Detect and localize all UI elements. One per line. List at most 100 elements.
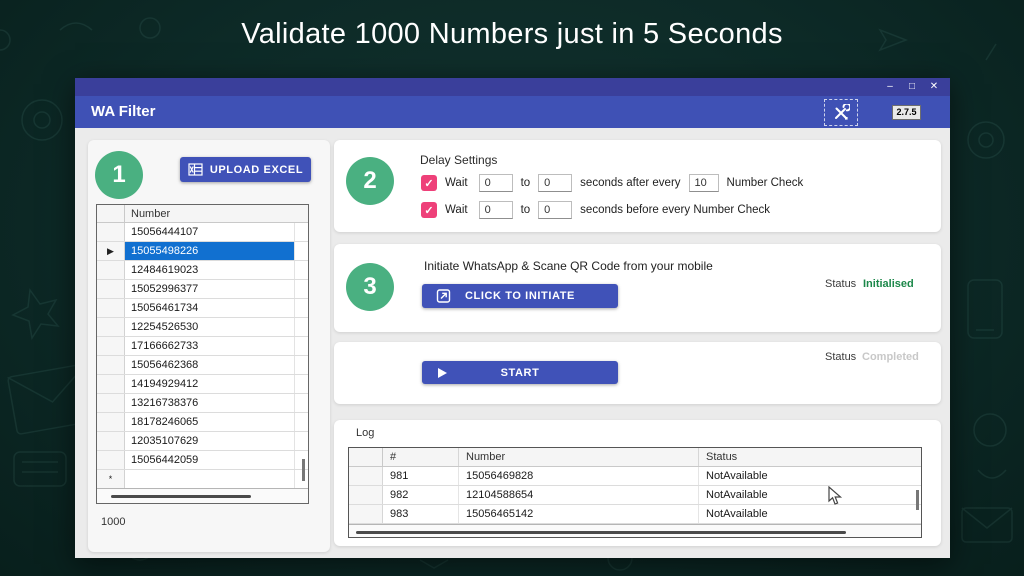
row-header-cell[interactable]	[97, 356, 125, 374]
row-header-cell[interactable]	[97, 318, 125, 336]
row-header-cell[interactable]	[97, 261, 125, 279]
delay-settings-title: Delay Settings	[420, 153, 497, 167]
numbers-panel: 1 UPLOAD EXCEL Number 15056444107▶150554…	[88, 140, 330, 552]
grid-corner-cell[interactable]	[97, 205, 125, 222]
number-row[interactable]: 12484619023	[97, 261, 308, 280]
log-corner-cell	[349, 448, 383, 466]
row-header-cell[interactable]	[97, 413, 125, 431]
number-row[interactable]: 15056461734	[97, 299, 308, 318]
row-header-cell[interactable]	[97, 280, 125, 298]
number-row[interactable]: 14194929412	[97, 375, 308, 394]
click-to-initiate-label: CLICK TO INITIATE	[465, 290, 575, 302]
version-badge: 2.7.5	[892, 105, 921, 120]
wait-label: Wait	[445, 204, 468, 216]
number-cell[interactable]: 15056462368	[125, 356, 295, 374]
number-cell[interactable]: 12484619023	[125, 261, 295, 279]
delay-settings-panel: 2 Delay Settings ✓ Wait to seconds after…	[334, 140, 941, 232]
upload-excel-label: UPLOAD EXCEL	[210, 164, 303, 176]
number-row[interactable]: ▶15055498226	[97, 242, 308, 261]
start-panel: Status Completed START	[334, 342, 941, 404]
log-number-cell: 12104588654	[459, 486, 699, 504]
log-row-header-cell	[349, 505, 383, 523]
number-cell[interactable]: 12035107629	[125, 432, 295, 450]
minimize-icon[interactable]: –	[884, 82, 896, 92]
before-text: seconds before every Number Check	[580, 204, 770, 216]
wait-before-checkbox[interactable]: ✓	[421, 202, 437, 218]
number-cell[interactable]: 12254526530	[125, 318, 295, 336]
log-horizontal-scrollbar[interactable]	[349, 524, 921, 537]
number-cell[interactable]: 17166662733	[125, 337, 295, 355]
before-from-input[interactable]	[479, 201, 513, 219]
row-header-cell[interactable]	[97, 432, 125, 450]
after-from-input[interactable]	[479, 174, 513, 192]
row-header-cell[interactable]	[97, 394, 125, 412]
log-row[interactable]: 98315056465142NotAvailable	[349, 505, 921, 524]
number-row[interactable]: 15052996377	[97, 280, 308, 299]
row-header-cell[interactable]	[97, 299, 125, 317]
number-row[interactable]: 12254526530	[97, 318, 308, 337]
log-number-cell: 15056469828	[459, 467, 699, 485]
row-header-cell[interactable]	[97, 375, 125, 393]
after-to-input[interactable]	[538, 174, 572, 192]
log-id-cell: 983	[383, 505, 459, 523]
initiate-status-label: Status	[825, 278, 856, 290]
number-column-header[interactable]: Number	[125, 205, 308, 222]
log-col-status[interactable]: Status	[699, 448, 921, 466]
number-row[interactable]: 15056444107	[97, 223, 308, 242]
step-2-badge: 2	[346, 157, 394, 205]
delay-row-before: ✓ Wait to seconds before every Number Ch…	[421, 200, 770, 220]
row-selector-arrow-icon[interactable]: ▶	[97, 242, 125, 260]
grid-vertical-scrollbar[interactable]	[302, 459, 305, 481]
wait-after-checkbox[interactable]: ✓	[421, 175, 437, 191]
app-bar: WA Filter 2.7.5	[75, 96, 950, 128]
log-vertical-scrollbar[interactable]	[916, 490, 919, 510]
grid-horizontal-scrollbar[interactable]	[97, 488, 308, 503]
click-to-initiate-button[interactable]: CLICK TO INITIATE	[422, 284, 618, 308]
number-cell[interactable]: 14194929412	[125, 375, 295, 393]
start-button[interactable]: START	[422, 361, 618, 384]
number-check-label: Number Check	[727, 177, 804, 189]
number-cell[interactable]: 15056444107	[125, 223, 295, 241]
number-cell[interactable]: 15056442059	[125, 451, 295, 469]
number-cell[interactable]: 18178246065	[125, 413, 295, 431]
before-to-input[interactable]	[538, 201, 572, 219]
number-cell[interactable]: 15052996377	[125, 280, 295, 298]
number-cell[interactable]	[125, 470, 295, 488]
row-header-cell[interactable]	[97, 451, 125, 469]
maximize-icon[interactable]: □	[906, 82, 918, 92]
number-row[interactable]: 17166662733	[97, 337, 308, 356]
new-row-marker-icon: *	[97, 470, 125, 488]
number-cell[interactable]: 15056461734	[125, 299, 295, 317]
delay-row-after: ✓ Wait to seconds after every Number Che…	[421, 173, 803, 193]
close-icon[interactable]: ✕	[928, 82, 940, 92]
row-header-cell[interactable]	[97, 223, 125, 241]
log-status-cell: NotAvailable	[699, 467, 921, 485]
initiate-status-value: Initialised	[863, 278, 914, 290]
new-row[interactable]: *	[97, 470, 308, 489]
settings-button[interactable]	[824, 99, 858, 126]
step-3-badge: 3	[346, 263, 394, 311]
number-row[interactable]: 13216738376	[97, 394, 308, 413]
log-col-number[interactable]: Number	[459, 448, 699, 466]
number-cell[interactable]: 15055498226	[125, 242, 295, 260]
to-label: to	[521, 177, 531, 189]
log-row[interactable]: 98115056469828NotAvailable	[349, 467, 921, 486]
launch-icon	[436, 289, 451, 304]
log-title: Log	[356, 427, 374, 439]
log-status-cell: NotAvailable	[699, 486, 921, 504]
every-count-input[interactable]	[689, 174, 719, 192]
number-cell[interactable]: 13216738376	[125, 394, 295, 412]
number-row[interactable]: 18178246065	[97, 413, 308, 432]
number-row[interactable]: 12035107629	[97, 432, 308, 451]
upload-excel-button[interactable]: UPLOAD EXCEL	[180, 157, 311, 182]
number-row[interactable]: 15056462368	[97, 356, 308, 375]
log-row-header-cell	[349, 486, 383, 504]
number-row[interactable]: 15056442059	[97, 451, 308, 470]
row-header-cell[interactable]	[97, 337, 125, 355]
grid-hscroll-thumb[interactable]	[111, 495, 251, 498]
numbers-grid: Number 15056444107▶150554982261248461902…	[96, 204, 309, 504]
log-col-id[interactable]: #	[383, 448, 459, 466]
wa-filter-window: – □ ✕ WA Filter 2.7.5 1	[75, 78, 950, 558]
log-hscroll-thumb[interactable]	[356, 531, 846, 534]
excel-icon	[188, 163, 203, 176]
